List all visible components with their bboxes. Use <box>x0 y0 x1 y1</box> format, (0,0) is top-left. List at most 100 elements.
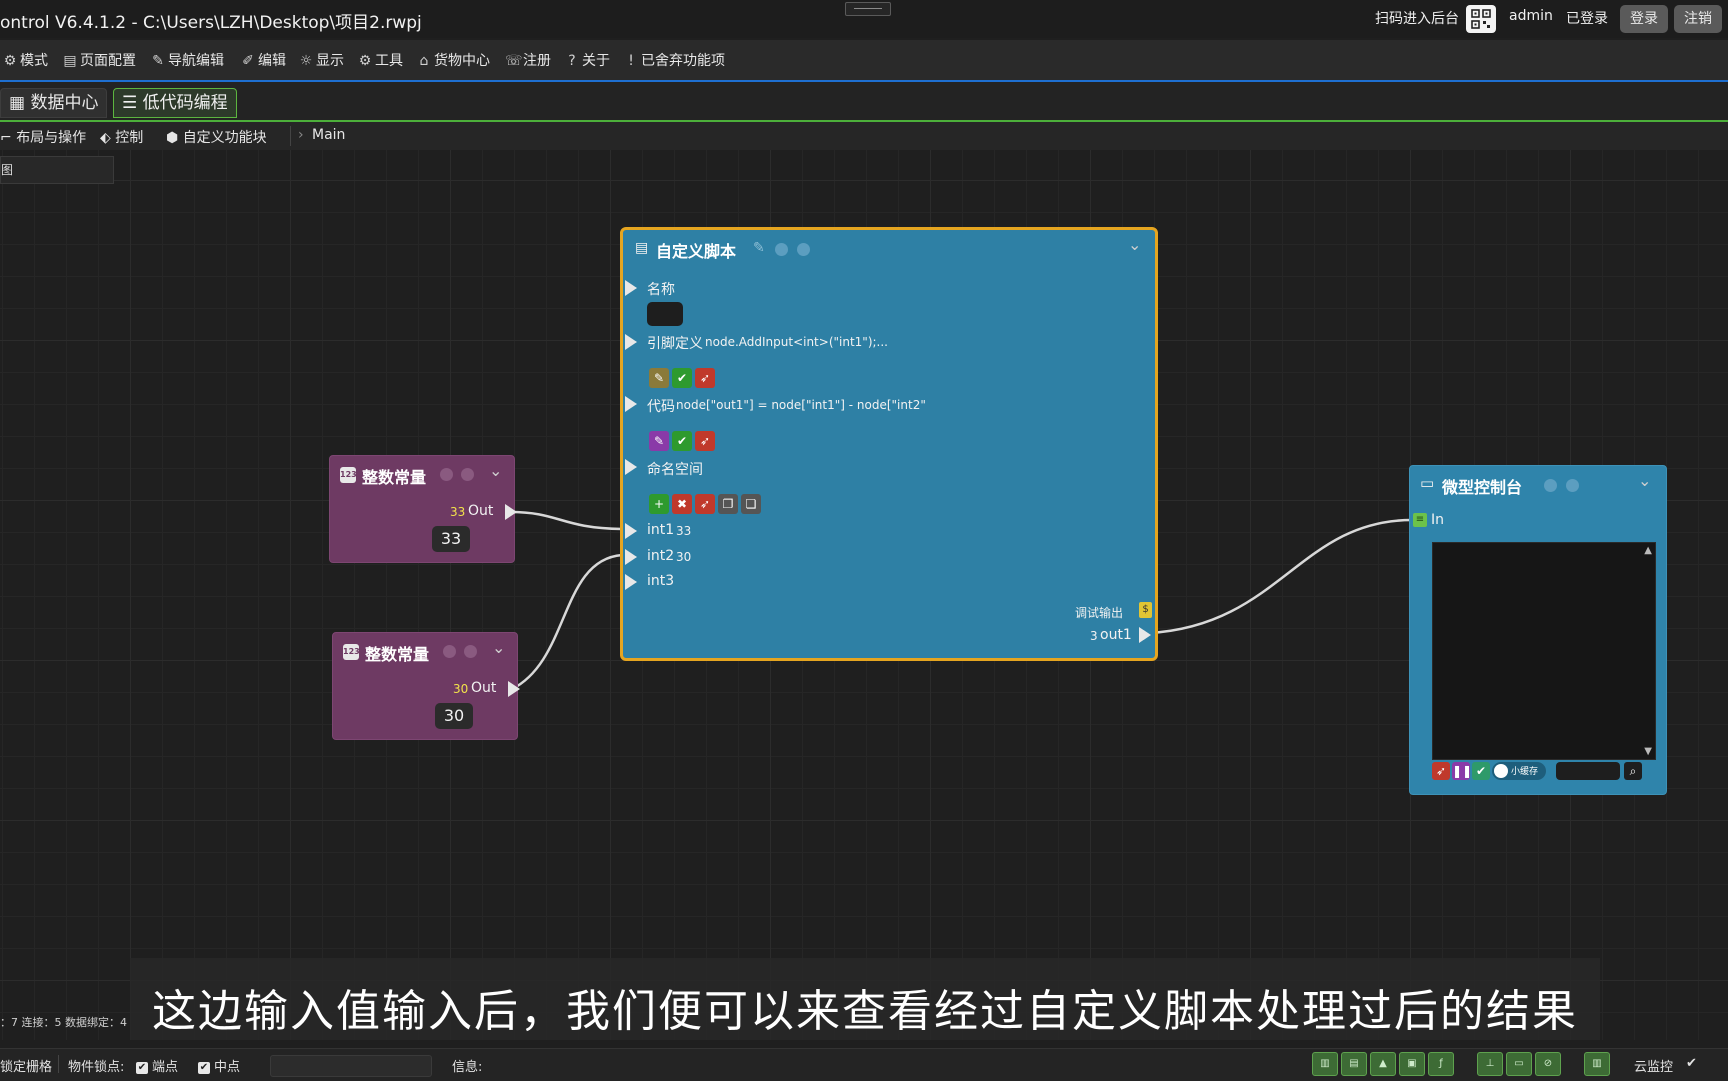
verify-code-button[interactable]: ✔ <box>672 431 692 451</box>
endpoint-checkbox[interactable]: ✔ 端点 <box>128 1056 178 1075</box>
pin-def-port[interactable] <box>625 334 637 350</box>
checkbox-checked-icon: ✔ <box>136 1061 148 1074</box>
output-port-out1[interactable] <box>1139 627 1151 643</box>
edit-icon[interactable]: ✎ <box>753 240 765 256</box>
toggle-knob <box>1494 764 1508 778</box>
console-output[interactable]: ▲ ▼ <box>1432 542 1656 760</box>
paste-namespace-button[interactable]: ❏ <box>741 494 761 514</box>
divider <box>58 1055 59 1073</box>
out-value: 30 <box>453 682 469 696</box>
node-title: 自定义脚本 <box>656 242 737 261</box>
check-circle-icon: ✔ <box>1686 1056 1697 1071</box>
in-label: In <box>1431 512 1445 528</box>
midpoint-checkbox[interactable]: ✔ 中点 <box>190 1056 240 1075</box>
panel-icon[interactable]: ▥ <box>1584 1052 1610 1076</box>
input-port-int2[interactable] <box>625 549 637 565</box>
name-port[interactable] <box>625 280 637 296</box>
scroll-up-icon[interactable]: ▲ <box>1644 545 1652 556</box>
name-field[interactable] <box>647 302 683 326</box>
list-icon[interactable]: ≡ <box>1413 513 1427 527</box>
out-value: 33 <box>450 505 466 519</box>
debug-output-port[interactable]: $ <box>1139 602 1152 618</box>
checkbox-label: 端点 <box>152 1060 179 1075</box>
edit-pins-button[interactable]: ✎ <box>649 368 669 388</box>
lock-icon[interactable] <box>797 243 810 256</box>
input-name: int3 <box>647 573 675 589</box>
wire-const1-int1 <box>509 510 623 531</box>
info-label: 信息: <box>452 1060 483 1075</box>
input-name: int1 <box>647 522 675 538</box>
clear-namespace-button[interactable]: ➶ <box>695 494 715 514</box>
edit-code-button[interactable]: ✎ <box>649 431 669 451</box>
run-code-button[interactable]: ➶ <box>695 431 715 451</box>
out-value: 3 <box>1090 629 1098 643</box>
lock-icon[interactable] <box>464 645 477 658</box>
custom-script-node[interactable]: ▤ 自定义脚本 ✎ ⌄ 名称 引脚定义 node.AddInput<int>("… <box>620 227 1158 661</box>
cache-toggle[interactable]: 小缓存 <box>1492 762 1546 780</box>
link-icon[interactable]: ⊘ <box>1535 1052 1561 1076</box>
info-icon[interactable] <box>440 468 453 481</box>
monitor-icon: ▭ <box>1420 474 1435 492</box>
output-port[interactable] <box>505 504 517 520</box>
integer-constant-node[interactable]: 123 整数常量 ⌄ 30 Out 30 <box>332 632 520 740</box>
chevron-down-icon[interactable]: ⌄ <box>492 638 505 657</box>
search-icon[interactable]: ⌕ <box>1624 762 1642 780</box>
wire-out1-console <box>1149 518 1413 635</box>
scroll-down-icon[interactable]: ▼ <box>1644 746 1652 757</box>
chevron-down-icon[interactable]: ⌄ <box>1128 235 1141 254</box>
chart-icon[interactable]: ▥ <box>1312 1052 1338 1076</box>
integer-type-icon: 123 <box>343 644 360 660</box>
value-field[interactable]: 33 <box>432 526 470 552</box>
output-port[interactable] <box>508 681 520 697</box>
toggle-label: 小缓存 <box>1511 767 1539 777</box>
window-icon[interactable]: ▭ <box>1506 1052 1532 1076</box>
input-port-int1[interactable] <box>625 523 637 539</box>
pin-icon[interactable]: ⊥ <box>1477 1052 1503 1076</box>
snap-label: 物件锁点: <box>68 1060 125 1075</box>
value-field[interactable]: 30 <box>435 703 473 729</box>
lock-icon[interactable] <box>461 468 474 481</box>
integer-type-icon: 123 <box>340 467 357 483</box>
table-icon[interactable]: ▤ <box>1341 1052 1367 1076</box>
info-icon[interactable] <box>1544 479 1557 492</box>
debug-output-label: 调试输出 <box>1075 606 1124 620</box>
namespace-port[interactable] <box>625 459 637 475</box>
function-icon[interactable]: ƒ <box>1428 1052 1454 1076</box>
chevron-down-icon[interactable]: ⌄ <box>489 461 502 480</box>
out-label: out1 <box>1100 627 1132 643</box>
checkbox-checked-icon: ✔ <box>198 1061 210 1074</box>
verify-button[interactable]: ✔ <box>1472 762 1490 780</box>
run-pins-button[interactable]: ➶ <box>695 368 715 388</box>
trash-icon[interactable]: ▣ <box>1399 1052 1425 1076</box>
input-name: int2 <box>647 548 675 564</box>
warning-icon[interactable]: ▲ <box>1370 1052 1396 1076</box>
cloud-monitor-label[interactable]: 云监控 <box>1634 1056 1673 1075</box>
status-bar: 锁定栅格 物件锁点: ✔ 端点 ✔ 中点 信息: 云监控 ✔ <box>0 1048 1728 1081</box>
copy-namespace-button[interactable]: ❐ <box>718 494 738 514</box>
node-title: 整数常量 <box>365 645 430 664</box>
script-icon: ▤ <box>635 240 649 256</box>
code-port[interactable] <box>625 396 637 412</box>
mini-console-node[interactable]: ▭ 微型控制台 ⌄ ≡ In ▲ ▼ ➶ ❚❚ ✔ 小缓存 ⌕ <box>1409 465 1667 795</box>
grid-lock-label[interactable]: 锁定栅格 <box>0 1056 52 1075</box>
pause-button[interactable]: ❚❚ <box>1452 762 1472 780</box>
status-input[interactable] <box>270 1055 432 1077</box>
info-icon[interactable] <box>443 645 456 658</box>
integer-constant-node[interactable]: 123 整数常量 ⌄ 33 Out 33 <box>329 455 517 563</box>
chevron-down-icon[interactable]: ⌄ <box>1638 471 1651 490</box>
info-icon[interactable] <box>775 243 788 256</box>
add-namespace-button[interactable]: + <box>649 494 669 514</box>
clear-console-button[interactable]: ➶ <box>1432 762 1450 780</box>
checkbox-label: 中点 <box>214 1060 241 1075</box>
verify-pins-button[interactable]: ✔ <box>672 368 692 388</box>
node-title: 整数常量 <box>362 468 427 487</box>
out-label: Out <box>468 503 494 519</box>
pin-def-label: 引脚定义 <box>647 336 703 352</box>
namespace-label: 命名空间 <box>647 462 703 478</box>
lock-icon[interactable] <box>1566 479 1579 492</box>
delete-namespace-button[interactable]: ✖ <box>672 494 692 514</box>
input-port-int3[interactable] <box>625 574 637 590</box>
console-search-input[interactable] <box>1556 762 1620 780</box>
node-title: 微型控制台 <box>1442 478 1523 497</box>
out-label: Out <box>471 680 497 696</box>
